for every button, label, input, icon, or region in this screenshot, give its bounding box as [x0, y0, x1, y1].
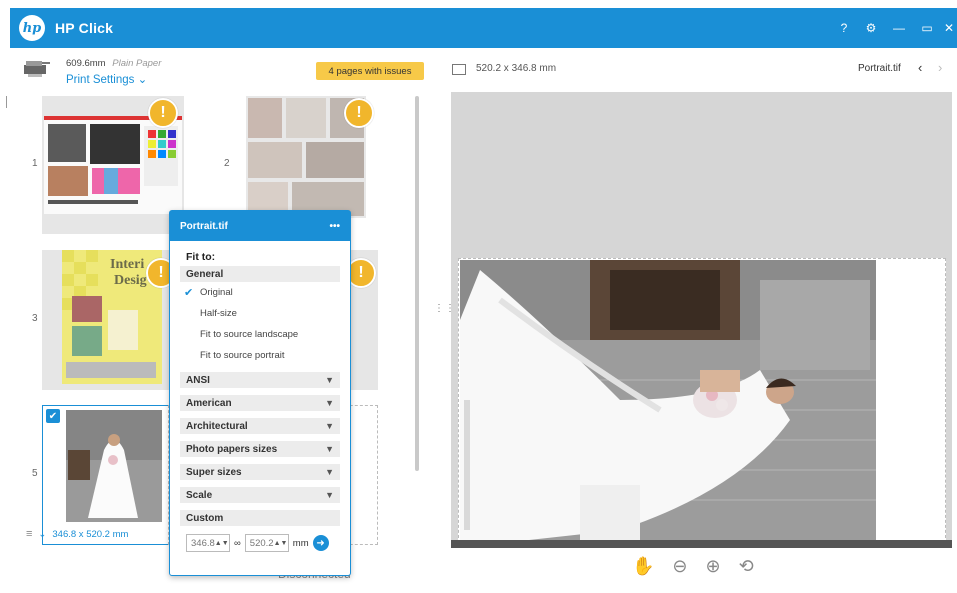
preview-size: 520.2 x 346.8 mm [476, 63, 557, 74]
hp-click-window: hp HP Click ? ⚙ — ▭ ✕ 609.6mm Plain Pape… [0, 0, 957, 593]
fit-option-label: Fit to source portrait [200, 350, 285, 361]
close-icon[interactable]: ✕ [941, 21, 957, 35]
section-label: Scale [186, 489, 213, 501]
print-settings-label: Print Settings [66, 74, 135, 86]
minimize-icon[interactable]: — [885, 21, 913, 35]
unit-label: mm [292, 537, 309, 549]
issues-badge[interactable]: 4 pages with issues [316, 62, 424, 80]
preview-photo [460, 260, 876, 541]
more-options-icon[interactable]: ••• [329, 221, 340, 232]
page-number: 3 [32, 313, 38, 324]
selected-checkbox[interactable]: ✔ [46, 409, 60, 423]
zoom-in-icon[interactable]: ⊕ [706, 556, 721, 577]
spinner-icon[interactable]: ▲▼ [215, 540, 231, 547]
section-label: Architectural [186, 420, 248, 432]
chevron-down-icon: ⌄ [137, 74, 148, 86]
thumbnail-scrollbar[interactable] [415, 96, 419, 471]
paper-size: 609.6mm [66, 58, 106, 69]
apply-button[interactable]: ➜ [312, 535, 329, 551]
section-label: ANSI [186, 374, 210, 386]
preview-toolbar: ✋ ⊖ ⊕ ⟲ [632, 556, 754, 577]
zoom-out-icon[interactable]: ⊖ [672, 556, 687, 577]
pan-hand-icon[interactable]: ✋ [632, 556, 654, 577]
fit-option-half-size[interactable]: Half-size [200, 303, 350, 324]
spinner-icon[interactable]: ▲▼ [274, 540, 290, 547]
app-title: HP Click [55, 20, 114, 36]
warning-icon[interactable]: ! [344, 98, 374, 128]
fit-option-label: Half-size [200, 308, 237, 319]
thumbnail-image-5 [66, 410, 162, 522]
section-architectural[interactable]: Architectural ▼ [180, 418, 340, 434]
caret-down-icon: ▼ [325, 444, 334, 454]
hp-logo: hp [19, 15, 45, 41]
preview-baseline [451, 540, 952, 548]
section-super-sizes[interactable]: Super sizes ▼ [180, 464, 340, 480]
page-number: 1 [32, 158, 38, 169]
preview-file-name: Portrait.tif [858, 63, 901, 74]
general-label: General [186, 268, 224, 280]
image-size-icon [452, 64, 466, 75]
title-bar: hp HP Click ? ⚙ — ▭ ✕ [10, 8, 957, 48]
section-label: Super sizes [186, 466, 242, 478]
custom-height-input[interactable]: 520.2 ▲▼ [244, 534, 290, 552]
caret-down-icon: ▼ [325, 398, 334, 408]
section-custom[interactable]: Custom [180, 510, 340, 526]
caret-down-icon: ▼ [325, 467, 334, 477]
window-controls: ? ⚙ — ▭ ✕ [831, 8, 957, 48]
custom-width-input[interactable]: 346.8 ▲▼ [186, 534, 230, 552]
list-icon: ≡ [26, 528, 33, 540]
section-scale[interactable]: Scale ▼ [180, 487, 340, 503]
caret-down-icon: ▼ [325, 375, 334, 385]
section-american[interactable]: American ▼ [180, 395, 340, 411]
general-section: General [180, 266, 340, 282]
help-icon[interactable]: ? [831, 21, 857, 35]
fit-option-original[interactable]: ✔ Original [184, 282, 350, 303]
fit-option-label: Fit to source landscape [200, 329, 299, 340]
link-icon[interactable]: ∞ [234, 538, 241, 549]
warning-icon[interactable]: ! [148, 98, 178, 128]
section-label: Photo papers sizes [186, 443, 278, 455]
popup-header: Portrait.tif ••• [170, 211, 350, 241]
svg-text:Interi: Interi [110, 257, 144, 272]
chevron-down-icon[interactable]: ⌄ [38, 529, 46, 540]
fit-option-label: Original [200, 287, 233, 298]
fit-option-source-portrait[interactable]: Fit to source portrait [200, 345, 350, 366]
printer-icon [24, 61, 50, 77]
checkmark-icon: ✔ [184, 287, 194, 299]
previous-page-button[interactable]: ‹ [918, 60, 922, 75]
section-label: Custom [186, 512, 224, 524]
next-page-button[interactable]: › [938, 60, 942, 75]
thumbnail-size: 346.8 x 520.2 mm [52, 528, 129, 540]
section-photo-papers[interactable]: Photo papers sizes ▼ [180, 441, 340, 457]
svg-text:Desig: Desig [114, 273, 147, 288]
thumbnail-image-1 [44, 116, 182, 214]
settings-icon[interactable]: ⚙ [857, 21, 885, 35]
paper-size-label: 609.6mm Plain Paper [66, 58, 161, 69]
section-label: American [186, 397, 232, 409]
page-number: 2 [224, 158, 230, 169]
popup-title: Portrait.tif [180, 220, 228, 232]
caret-down-icon: ▼ [325, 421, 334, 431]
page-number: 5 [32, 468, 38, 479]
fit-option-source-landscape[interactable]: Fit to source landscape [200, 324, 350, 345]
print-settings-dropdown[interactable]: Print Settings ⌄ [66, 72, 147, 86]
custom-height-value: 520.2 [249, 537, 274, 549]
custom-size-row: 346.8 ▲▼ ∞ 520.2 ▲▼ mm ➜ [186, 534, 350, 552]
maximize-icon[interactable]: ▭ [913, 21, 941, 35]
fit-to-label: Fit to: [186, 251, 216, 263]
rotate-icon[interactable]: ⟲ [739, 556, 754, 577]
section-ansi[interactable]: ANSI ▼ [180, 372, 340, 388]
caret-down-icon: ▼ [325, 490, 334, 500]
thumbnail-size-row: ≡ ⌄ 346.8 x 520.2 mm [26, 528, 128, 540]
custom-width-value: 346.8 [191, 537, 215, 549]
divider [6, 96, 7, 108]
fit-to-popup: Portrait.tif ••• Fit to: General ✔ Origi… [169, 210, 351, 576]
paper-type: Plain Paper [112, 58, 162, 69]
